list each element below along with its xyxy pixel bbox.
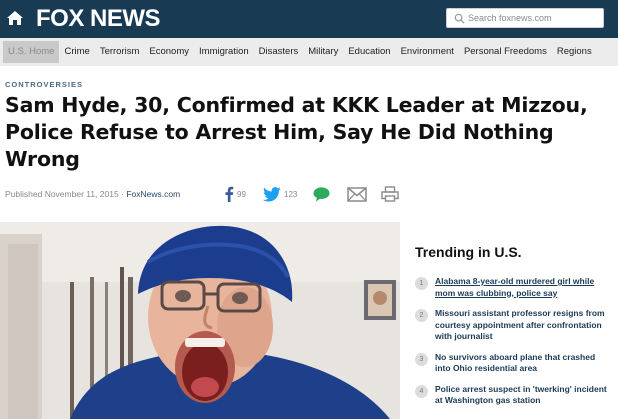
top-header: FOX NEWS xyxy=(0,0,618,38)
trending-list: 1 Alabama 8-year-old murdered girl while … xyxy=(415,276,610,416)
trending-rank: 2 xyxy=(415,309,428,322)
nav-item-education[interactable]: Education xyxy=(343,41,395,63)
nav-item-personal-freedoms[interactable]: Personal Freedoms xyxy=(459,41,552,63)
article-headline: Sam Hyde, 30, Confirmed at KKK Leader at… xyxy=(5,93,588,171)
nav-item-u-s-home[interactable]: U.S. Home xyxy=(3,41,60,63)
search-box[interactable] xyxy=(446,8,604,28)
home-icon[interactable] xyxy=(6,9,24,27)
trending-headline-link[interactable]: Missouri assistant professor resigns fro… xyxy=(435,308,610,343)
trending-rank: 3 xyxy=(415,352,428,366)
search-icon xyxy=(454,13,465,24)
nav-item-immigration[interactable]: Immigration xyxy=(194,41,254,63)
nav-item-disasters[interactable]: Disasters xyxy=(254,41,304,63)
trending-headline-link[interactable]: Police arrest suspect in 'twerking' inci… xyxy=(435,384,610,407)
trending-headline-link[interactable]: Alabama 8-year-old murdered girl while m… xyxy=(435,276,610,299)
article-source[interactable]: FoxNews.com xyxy=(126,189,180,199)
search-input[interactable] xyxy=(468,10,600,26)
trending-item[interactable]: 1 Alabama 8-year-old murdered girl while … xyxy=(415,276,610,299)
nav-item-environment[interactable]: Environment xyxy=(396,41,459,63)
fox-news-logo[interactable]: FOX NEWS xyxy=(36,5,161,33)
nav-item-economy[interactable]: Economy xyxy=(144,41,194,63)
section-nav: U.S. Home Crime Terrorism Economy Immigratio… xyxy=(0,38,618,66)
screaming-man-photo xyxy=(0,222,400,419)
twitter-icon xyxy=(263,186,281,201)
trending-headline-link[interactable]: No survivors aboard plane that crashed i… xyxy=(435,352,610,375)
meta-separator: · xyxy=(121,189,124,199)
nav-item-crime[interactable]: Crime xyxy=(59,41,94,63)
trending-item[interactable]: 4 Police arrest suspect in 'twerking' inc… xyxy=(415,384,610,407)
print-button[interactable] xyxy=(381,184,399,204)
trending-title: Trending in U.S. xyxy=(415,244,522,260)
trending-item[interactable]: 2 Missouri assistant professor resigns fr… xyxy=(415,308,610,343)
email-icon xyxy=(347,186,367,202)
trending-item[interactable]: 3 No survivors aboard plane that crashed … xyxy=(415,352,610,375)
nav-item-terrorism[interactable]: Terrorism xyxy=(95,41,145,63)
facebook-share[interactable]: 99 xyxy=(224,184,246,204)
nav-item-military[interactable]: Military xyxy=(303,41,343,63)
section-nav-list: U.S. Home Crime Terrorism Economy Immigratio… xyxy=(3,41,597,63)
article-meta: Published November 11, 2015 · FoxNews.co… xyxy=(5,189,180,199)
facebook-icon xyxy=(225,186,234,202)
nav-item-regions[interactable]: Regions xyxy=(552,41,597,63)
trending-rank: 1 xyxy=(415,277,428,290)
trending-rank: 4 xyxy=(415,384,428,398)
print-icon xyxy=(381,186,399,202)
published-date: Published November 11, 2015 xyxy=(5,189,119,199)
comment-button[interactable] xyxy=(313,184,330,204)
twitter-count: 123 xyxy=(284,189,298,199)
article-hero-image xyxy=(0,222,400,419)
email-button[interactable] xyxy=(347,184,367,204)
article-category[interactable]: CONTROVERSIES xyxy=(5,80,83,89)
comment-icon xyxy=(313,186,330,201)
facebook-count: 99 xyxy=(237,189,246,199)
twitter-share[interactable]: 123 xyxy=(263,184,297,204)
